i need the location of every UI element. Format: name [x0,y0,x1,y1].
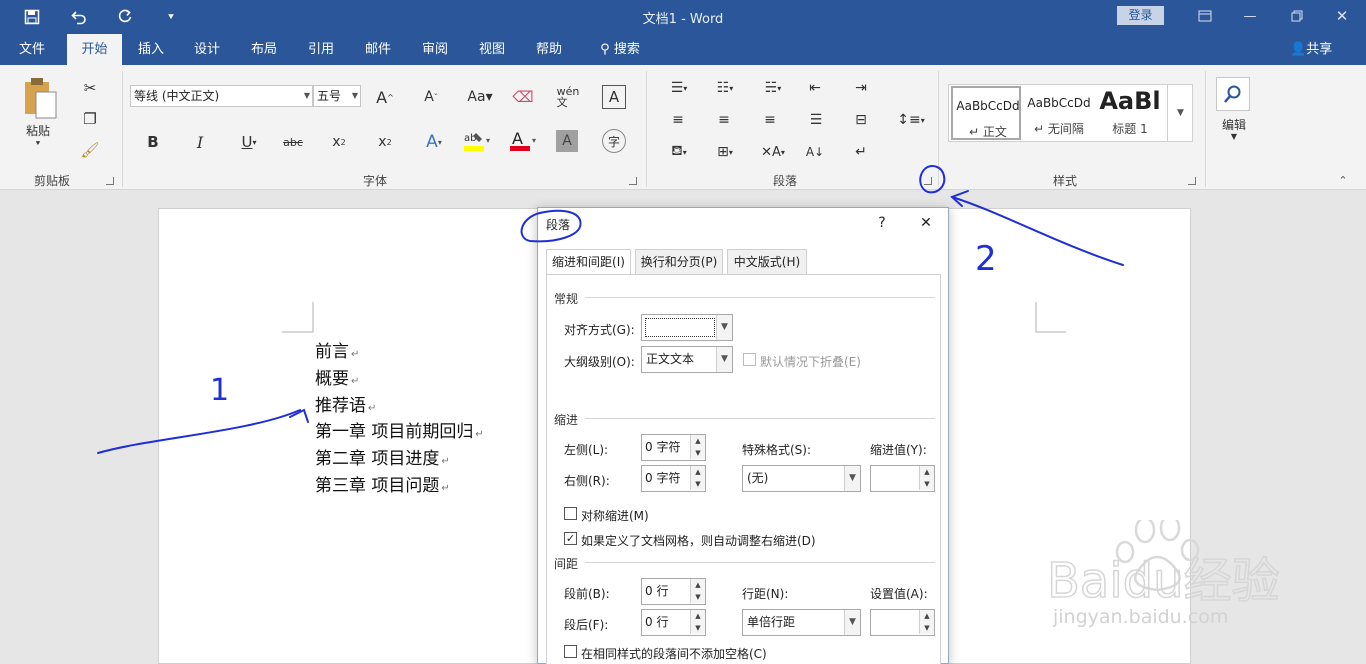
ink-circle-title [520,209,582,243]
ink-arrow-one [97,409,301,454]
ink-arrowhead [950,190,969,207]
ink-annotations: 1 2 [97,165,1124,454]
ink-label-one: 1 [210,373,229,408]
ink-label-two: 2 [975,239,997,279]
ink-arrowhead [289,408,309,423]
ink-circle-launcher [919,165,946,194]
